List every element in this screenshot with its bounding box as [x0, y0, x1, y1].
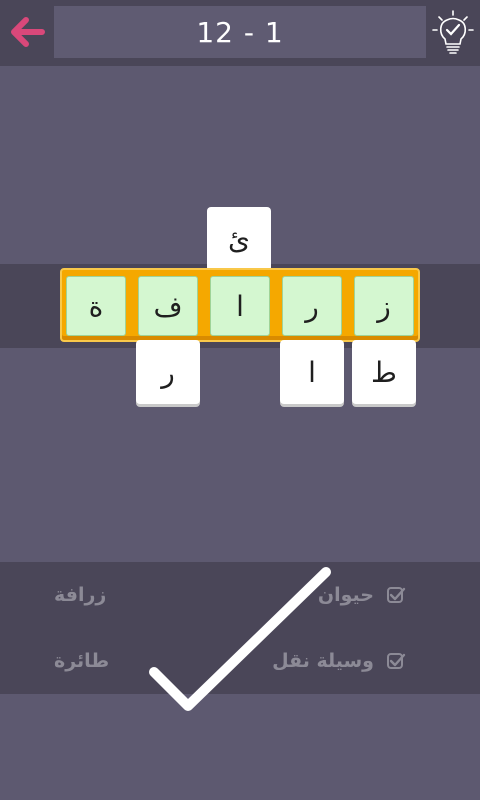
top-bar: 12 - 1 [0, 0, 480, 66]
word-letter-1[interactable]: ة [66, 276, 126, 336]
lightbulb-check-icon [432, 10, 474, 54]
word-letter-5[interactable]: ز [354, 276, 414, 336]
answer-text-1: زرافة [54, 584, 107, 606]
word-letter-2[interactable]: ف [138, 276, 198, 336]
letter-tile-below-1[interactable]: ر [136, 340, 200, 404]
word-letter-4[interactable]: ر [282, 276, 342, 336]
clue-text-2: وسيلة نقل [272, 650, 374, 672]
back-button[interactable] [6, 10, 50, 54]
clues-panel: حيوان وسيلة نقل زرافة طائرة [0, 562, 480, 694]
level-title: 12 - 1 [54, 6, 426, 58]
answer-word-frame: ة ف ا ر ز [60, 268, 420, 342]
letter-tile-above[interactable]: ئ [207, 207, 271, 271]
checkbox-checked-icon [387, 653, 406, 669]
word-letter-3[interactable]: ا [210, 276, 270, 336]
clue-text-1: حيوان [317, 584, 374, 606]
letter-tile-below-2[interactable]: ا [280, 340, 344, 404]
letter-tile-below-3[interactable]: ط [352, 340, 416, 404]
back-arrow-icon [11, 17, 45, 47]
answer-text-2: طائرة [54, 650, 110, 672]
checkbox-checked-icon [387, 587, 406, 603]
hint-button[interactable] [430, 8, 476, 58]
